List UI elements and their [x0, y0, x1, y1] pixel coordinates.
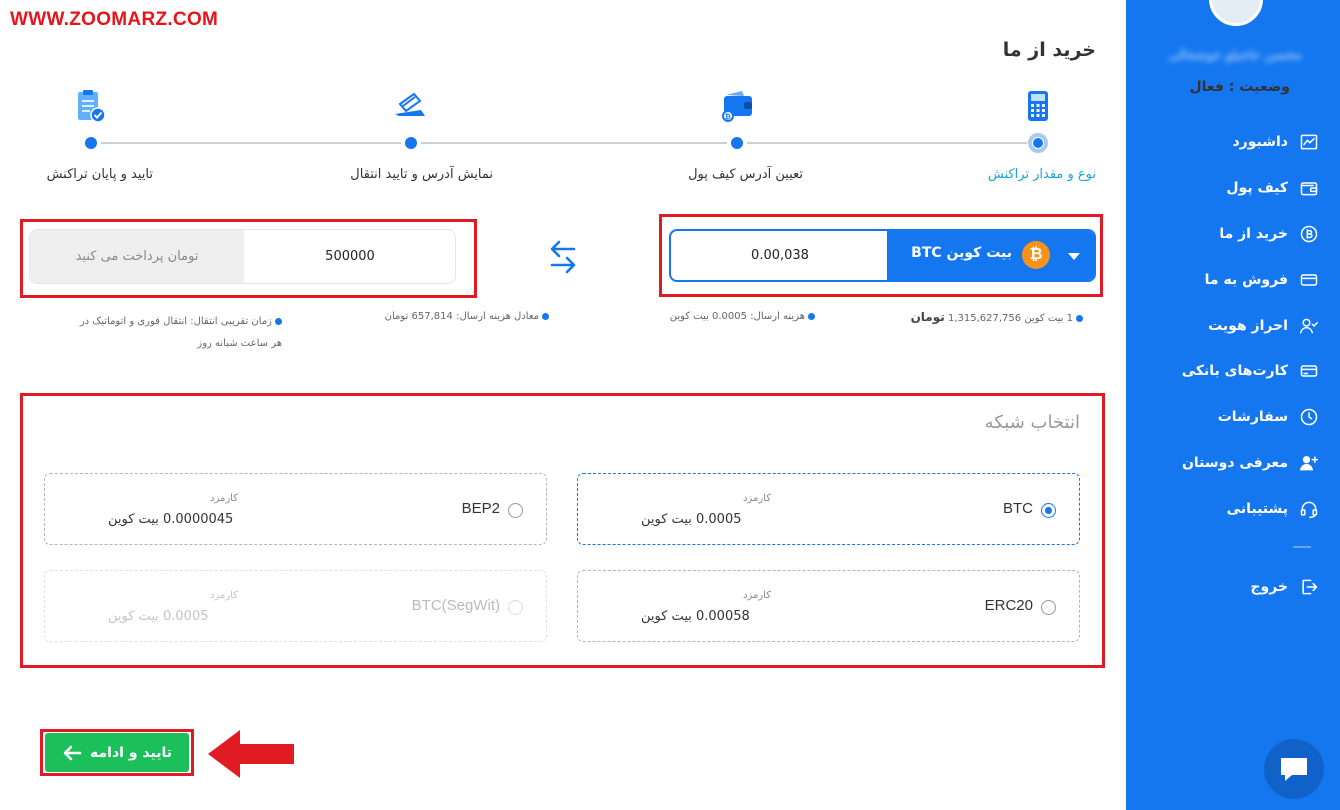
- sidebar-item-support[interactable]: پشتیبانی: [1227, 494, 1320, 524]
- bank-card-icon: [1298, 360, 1320, 382]
- step-dot-1[interactable]: [1028, 133, 1048, 153]
- transfer-time-info: زمان تقریبی انتقال: انتقال فوری و اتومات…: [79, 316, 282, 349]
- sidebar-item-kyc[interactable]: احراز هویت: [1208, 311, 1320, 341]
- toman-input-group: تومان پرداخت می کنید: [29, 229, 456, 284]
- step-label-4: تایید و پایان تراکنش: [46, 167, 153, 182]
- sidebar-item-dashboard[interactable]: داشبورد: [1233, 127, 1321, 157]
- step-dot-3[interactable]: [405, 137, 417, 149]
- card-transfer-icon: [395, 92, 425, 116]
- sidebar-item-referral[interactable]: معرفی دوستان: [1182, 448, 1320, 478]
- sidebar-item-buy[interactable]: خرید از ما: [1219, 219, 1320, 249]
- sidebar-item-label: خرید از ما: [1219, 226, 1288, 242]
- bitcoin-icon: ₿: [1022, 241, 1050, 269]
- sidebar-item-orders[interactable]: سفارشات: [1218, 402, 1320, 432]
- arrow-left-icon: [63, 745, 82, 760]
- send-fee-info: هزینه ارسال: 0.0005 بیت کوین: [670, 311, 815, 322]
- wallet-bitcoin-icon: ₿: [722, 91, 752, 122]
- network-option-erc20[interactable]: ERC20 کارمزد 0.00058 بیت کوین: [577, 570, 1080, 642]
- user-check-icon: [1298, 315, 1320, 337]
- step-dot-4[interactable]: [85, 137, 97, 149]
- network-name: BTC: [1003, 500, 1033, 517]
- step-label-2: تعیین آدرس کیف پول: [688, 167, 803, 182]
- fee-label: کارمزد: [210, 590, 238, 601]
- fee-value: 0.0005 بیت کوین: [641, 512, 742, 527]
- sidebar-item-sell[interactable]: فروش به ما: [1205, 265, 1320, 295]
- crypto-amount-input[interactable]: 0.00,038: [671, 231, 889, 280]
- swap-arrows-icon[interactable]: [547, 239, 579, 275]
- sidebar-item-label: فروش به ما: [1204, 272, 1288, 288]
- info-bullet: [275, 317, 282, 325]
- chat-button[interactable]: [1264, 739, 1324, 799]
- step-label-3: نمایش آدرس و تایید انتقال: [350, 167, 493, 182]
- info-bullet: [808, 312, 815, 320]
- stepper-line: [747, 142, 1027, 144]
- sidebar-item-label: داشبورد: [1232, 134, 1289, 150]
- fee-label: کارمزد: [743, 590, 771, 601]
- fee-value: 0.0000045 بیت کوین: [108, 512, 234, 527]
- fee-value: 0.0005 بیت کوین: [108, 609, 209, 624]
- chat-bubble-icon: [1281, 758, 1307, 781]
- headset-icon: [1298, 498, 1320, 520]
- network-name: ERC20: [984, 597, 1033, 614]
- clock-icon: [1298, 406, 1320, 428]
- users-add-icon: [1298, 452, 1320, 474]
- wallet-icon: [1298, 177, 1320, 199]
- card-icon: [1298, 269, 1320, 291]
- sidebar-item-label: کارت‌های بانکی: [1181, 363, 1288, 379]
- crypto-name: بیت کوین BTC: [911, 245, 1012, 261]
- stepper-line: [101, 142, 401, 144]
- sidebar-item-bank-cards[interactable]: کارت‌های بانکی: [1182, 356, 1320, 386]
- network-option-bep2[interactable]: BEP2 کارمزد 0.0000045 بیت کوین: [44, 473, 547, 545]
- btc-rate-info: 1 بیت کوین 1,315,627,756 تومان: [911, 310, 1083, 324]
- fee-label: کارمزد: [210, 493, 238, 504]
- radio-button[interactable]: [1041, 503, 1056, 518]
- radio-button: [508, 600, 523, 615]
- network-name: BEP2: [461, 500, 500, 517]
- crypto-select[interactable]: بیت کوین BTC ₿: [887, 231, 1094, 280]
- chart-line-icon: [1298, 131, 1320, 153]
- confirm-continue-button[interactable]: تایید و ادامه: [45, 733, 189, 772]
- confirm-label: تایید و ادامه: [90, 744, 172, 761]
- sidebar-item-wallet[interactable]: کیف پول: [1226, 173, 1320, 203]
- logout-icon: [1298, 576, 1320, 598]
- watermark: WWW.ZOOMARZ.COM: [10, 9, 219, 30]
- network-section-title: انتخاب شبکه: [984, 412, 1080, 433]
- fee-label: کارمزد: [743, 493, 771, 504]
- sidebar-item-label: کیف پول: [1226, 180, 1288, 196]
- bitcoin-circle-icon: [1298, 223, 1320, 245]
- network-option-btc-segwit: BTC(SegWit) کارمزد 0.0005 بیت کوین: [44, 570, 547, 642]
- fee-equivalent-info: معادل هزینه ارسال: 657,814 تومان: [385, 311, 549, 322]
- step-dot-2[interactable]: [731, 137, 743, 149]
- sidebar-item-label: خروج: [1250, 579, 1288, 595]
- stepper-line: [421, 142, 727, 144]
- user-name: محسن حاجیلو خوشحالی: [1168, 48, 1302, 63]
- user-status: وضعیت : فعال: [1189, 79, 1291, 95]
- network-option-btc[interactable]: BTC کارمزد 0.0005 بیت کوین: [577, 473, 1080, 545]
- sidebar-item-label: احراز هویت: [1208, 318, 1288, 334]
- calculator-icon: [1028, 91, 1048, 121]
- sidebar-divider: [1293, 546, 1311, 548]
- toman-amount-input[interactable]: [244, 230, 455, 283]
- sidebar-item-label: معرفی دوستان: [1181, 455, 1288, 471]
- step-label-1: نوع و مقدار تراکنش: [987, 167, 1096, 182]
- info-bullet: [1076, 314, 1083, 322]
- radio-button[interactable]: [1041, 600, 1056, 615]
- crypto-input-group: 0.00,038 بیت کوین BTC ₿: [669, 229, 1096, 282]
- sidebar-item-label: پشتیبانی: [1226, 501, 1288, 517]
- svg-text:₿: ₿: [725, 113, 731, 121]
- toman-label: تومان پرداخت می کنید: [30, 230, 244, 283]
- info-bullet: [542, 312, 549, 320]
- chevron-down-icon: [1068, 253, 1080, 260]
- sidebar-item-logout[interactable]: خروج: [1250, 572, 1320, 602]
- clipboard-check-icon: [78, 90, 106, 123]
- sidebar-item-label: سفارشات: [1217, 409, 1288, 425]
- radio-button[interactable]: [508, 503, 523, 518]
- fee-value: 0.00058 بیت کوین: [641, 609, 750, 624]
- pointer-arrow-icon: [208, 730, 294, 778]
- network-name: BTC(SegWit): [411, 597, 500, 614]
- page-title: خرید از ما: [1002, 39, 1096, 61]
